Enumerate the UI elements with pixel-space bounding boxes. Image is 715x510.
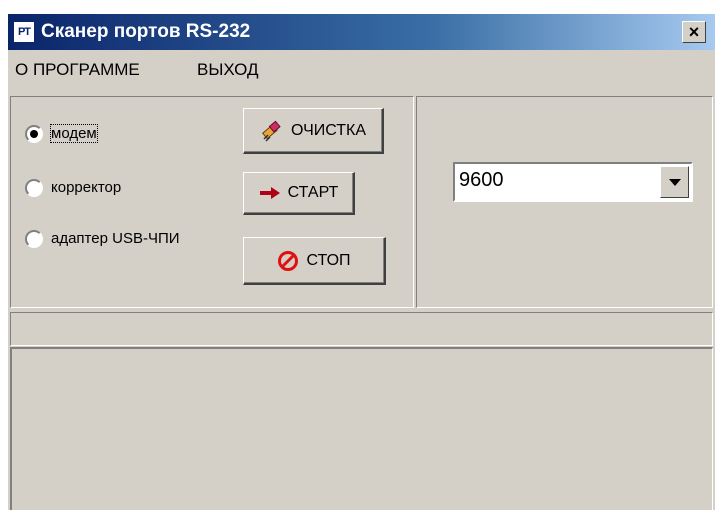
output-log-area[interactable] [10, 347, 713, 510]
eraser-icon [261, 120, 281, 142]
chevron-down-icon [669, 179, 681, 186]
radio-label: модем [50, 124, 98, 143]
stop-button[interactable]: СТОП [243, 237, 386, 285]
app-logo-icon: РТ [13, 21, 35, 43]
start-button-label: СТАРТ [287, 184, 339, 201]
window-title: Сканер портов RS-232 [41, 21, 251, 42]
settings-panel [416, 96, 713, 308]
control-panel: модем корректор адаптер USB-ЧПИ ОЧИСТКА [10, 96, 414, 308]
dropdown-button[interactable] [660, 166, 689, 198]
close-button[interactable]: × [682, 21, 706, 43]
radio-label: адаптер USB-ЧПИ [51, 230, 180, 247]
radio-button[interactable] [25, 230, 43, 248]
menu-item-exit[interactable]: ВЫХОД [197, 60, 259, 80]
arrow-right-icon [259, 187, 280, 199]
stop-button-label: СТОП [306, 251, 351, 269]
radio-label: корректор [51, 179, 122, 196]
start-button[interactable]: СТАРТ [243, 172, 355, 215]
baud-rate-select[interactable]: 9600 [453, 162, 693, 202]
no-entry-icon [278, 250, 299, 271]
radio-button[interactable] [25, 179, 43, 197]
status-bar [10, 312, 713, 346]
title-bar[interactable]: РТ Сканер портов RS-232 × [8, 14, 715, 50]
radio-selected-dot [30, 130, 38, 138]
menu-bar: О ПРОГРАММЕ ВЫХОД [8, 52, 715, 88]
menu-item-about[interactable]: О ПРОГРАММЕ [15, 60, 140, 80]
baud-rate-value: 9600 [459, 169, 504, 191]
clear-button[interactable]: ОЧИСТКА [243, 108, 384, 154]
app-window: РТ Сканер портов RS-232 × О ПРОГРАММЕ ВЫ… [8, 14, 715, 510]
radio-button[interactable] [25, 125, 43, 143]
clear-button-label: ОЧИСТКА [290, 121, 367, 139]
